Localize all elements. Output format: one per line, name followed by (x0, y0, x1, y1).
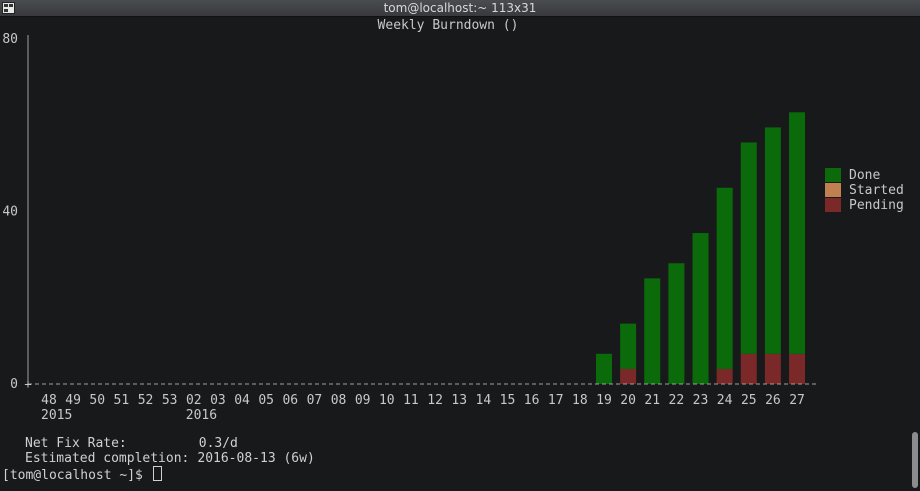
x-tick-label: 14 (476, 393, 492, 408)
x-tick-label: 16 (524, 393, 540, 408)
x-tick-label: 10 (379, 393, 395, 408)
terminal-window: tom@localhost:~ 113x31 Weekly Burndown (… (0, 0, 920, 491)
net-fix-rate-value: 0.3/d (198, 436, 238, 451)
axis-origin-mark: + (24, 377, 31, 391)
bar-done-week-23 (692, 233, 709, 384)
legend-label-pending: Pending (849, 198, 904, 213)
x-tick-label: 27 (789, 393, 805, 408)
x-tick-label: 19 (596, 393, 612, 408)
bar-pending-week-20 (620, 368, 637, 384)
x-tick-label: 07 (307, 393, 323, 408)
x-tick-label: 52 (138, 393, 154, 408)
bar-done-week-22 (668, 263, 685, 384)
text-cursor (152, 466, 162, 481)
x-tick-label: 04 (234, 393, 250, 408)
x-tick-label: 15 (500, 393, 516, 408)
x-tick-label: 25 (741, 393, 757, 408)
title-bar[interactable]: tom@localhost:~ 113x31 (0, 0, 920, 17)
x-tick-label: 26 (765, 393, 781, 408)
burndown-chart: Weekly Burndown () 04080 +48 49 50 51 52 53 02… (2, 18, 904, 423)
bar-pending-week-25 (740, 353, 757, 384)
x-tick-label: 53 (162, 393, 178, 408)
x-tick-label: 50 (89, 393, 105, 408)
estimated-completion-label: Estimated completion: (25, 451, 190, 466)
net-fix-rate-label: Net Fix Rate: (25, 436, 127, 451)
bar-pending-week-27 (789, 353, 806, 384)
net-fix-rate-row: Net Fix Rate: 0.3/d (25, 436, 238, 451)
x-tick-label: 08 (331, 393, 347, 408)
x-tick-label: 49 (65, 393, 81, 408)
bar-done-week-20 (620, 323, 637, 369)
chart-title: Weekly Burndown () (378, 18, 519, 33)
x-tick-label: 23 (693, 393, 709, 408)
scrollbar-thumb[interactable] (912, 432, 918, 488)
bar-done-week-19 (595, 353, 612, 384)
year-label: 2016 (186, 408, 217, 423)
bar-done-week-24 (716, 187, 733, 369)
terminal-content[interactable]: Weekly Burndown () 0 40 80 +48 49 50 51 52 53 02… (0, 17, 920, 491)
bar-done-week-27 (789, 112, 806, 354)
y-tick-label: 0 (10, 377, 18, 392)
bar-done-week-21 (644, 278, 661, 384)
legend-swatch-done (825, 168, 841, 182)
year-label: 2015 (41, 408, 72, 423)
bars-group (595, 112, 806, 384)
window-title: tom@localhost:~ 113x31 (383, 1, 537, 15)
bar-done-week-26 (764, 127, 781, 354)
bar-pending-week-24 (716, 368, 733, 384)
legend-label-done: Done (849, 168, 880, 183)
shell-prompt[interactable]: [tom@localhost ~]$ (2, 466, 162, 483)
chart-legend: DoneStartedPending (825, 168, 904, 213)
x-tick-label: 22 (669, 393, 685, 408)
x-tick-label: 13 (451, 393, 467, 408)
x-tick-label: 24 (717, 393, 733, 408)
estimated-completion-row: Estimated completion: 2016-08-13 (6w) (25, 451, 315, 466)
x-tick-label: 11 (403, 393, 419, 408)
bar-pending-week-26 (764, 353, 781, 384)
x-tick-label: 03 (210, 393, 226, 408)
x-tick-label: 06 (282, 393, 298, 408)
y-tick-label: 80 (2, 32, 18, 47)
x-tick-label: 18 (572, 393, 588, 408)
y-axis: 0 40 80 (2, 32, 29, 392)
legend-label-started: Started (849, 183, 904, 198)
x-tick-label: 48 (41, 393, 57, 408)
x-tick-label: 05 (258, 393, 274, 408)
x-tick-label: 20 (620, 393, 636, 408)
y-tick-label: 40 (2, 205, 18, 220)
x-tick-label: 02 (186, 393, 202, 408)
legend-swatch-started (825, 183, 841, 197)
estimated-completion-value: 2016-08-13 (6w) (197, 451, 315, 466)
x-tick-label: 51 (114, 393, 130, 408)
x-tick-label: 17 (548, 393, 564, 408)
prompt-text: [tom@localhost ~]$ (2, 468, 151, 483)
x-tick-label: 09 (355, 393, 371, 408)
x-tick-label: 21 (644, 393, 660, 408)
bar-done-week-25 (740, 142, 757, 354)
legend-swatch-pending (825, 198, 841, 212)
x-tick-label: 12 (427, 393, 443, 408)
